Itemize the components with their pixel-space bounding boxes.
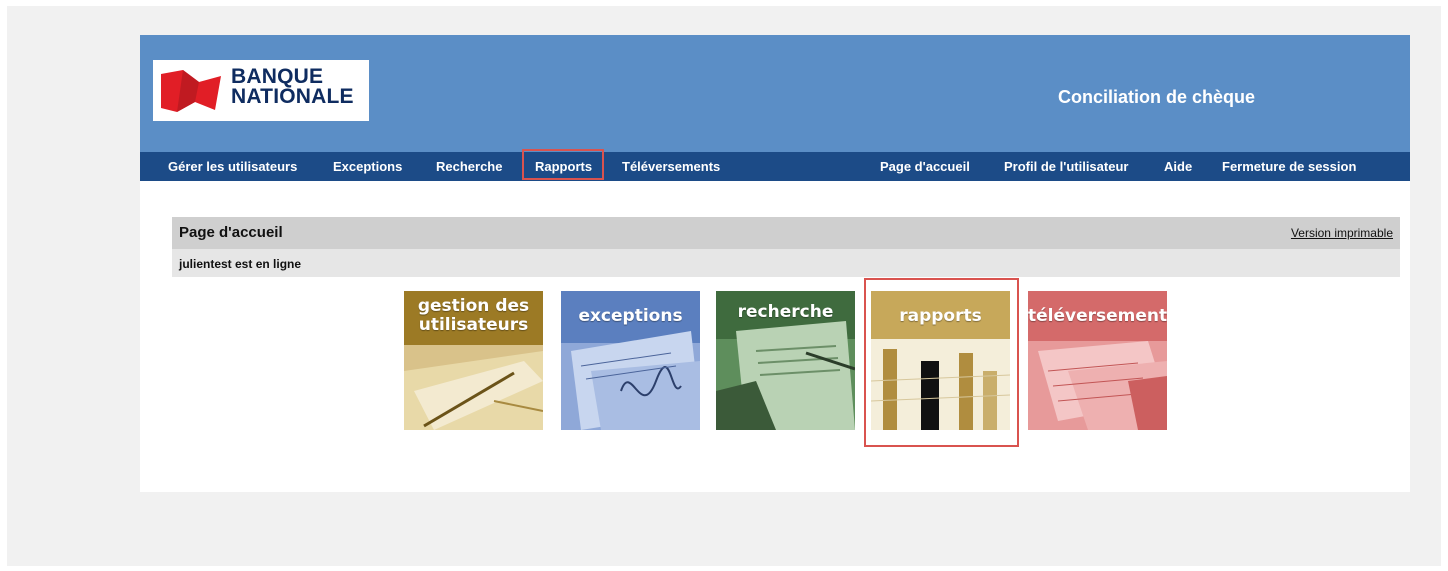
nav-user-profile[interactable]: Profil de l'utilisateur: [1004, 152, 1128, 181]
tile-manage-users-label-2: utilisateurs: [418, 315, 529, 335]
bank-flag-icon: [161, 70, 221, 112]
tile-uploads[interactable]: téléversements: [1028, 291, 1167, 430]
nav-search[interactable]: Recherche: [436, 152, 502, 181]
tile-search-label: recherche: [737, 302, 834, 322]
logo-text-line1: BANQUE: [231, 65, 324, 88]
logo-text-line2: NATIONALE: [231, 85, 354, 108]
nav-uploads[interactable]: Téléversements: [622, 152, 720, 181]
tile-reports-highlight: [864, 278, 1019, 447]
tile-manage-users[interactable]: gestion des utilisateurs: [404, 291, 543, 430]
nav-home[interactable]: Page d'accueil: [880, 152, 970, 181]
online-status: julientest est en ligne: [179, 257, 302, 271]
tile-manage-users-label-1: gestion des: [417, 296, 530, 316]
status-bar: julientest est en ligne: [172, 249, 1400, 277]
page-title: Page d'accueil: [179, 224, 283, 241]
tile-uploads-label: téléversements: [1028, 306, 1167, 326]
nav-logout[interactable]: Fermeture de session: [1222, 152, 1356, 181]
main-navigation: Gérer les utilisateurs Exceptions Recher…: [140, 152, 1410, 181]
tile-search[interactable]: recherche: [716, 291, 855, 430]
section-header: Page d'accueil Version imprimable: [172, 217, 1400, 249]
nav-help[interactable]: Aide: [1164, 152, 1192, 181]
printable-version-link[interactable]: Version imprimable: [1291, 226, 1393, 240]
nav-reports-highlight: [522, 149, 604, 180]
tile-exceptions-label: exceptions: [578, 306, 683, 326]
bank-logo[interactable]: BANQUE NATIONALE: [153, 60, 369, 121]
nav-manage-users[interactable]: Gérer les utilisateurs: [168, 152, 297, 181]
nav-exceptions[interactable]: Exceptions: [333, 152, 402, 181]
header-banner: BANQUE NATIONALE Conciliation de chèque: [140, 35, 1410, 152]
app-window: BANQUE NATIONALE Conciliation de chèque …: [140, 35, 1410, 492]
app-title: Conciliation de chèque: [1057, 87, 1255, 107]
tile-exceptions[interactable]: exceptions: [561, 291, 700, 430]
